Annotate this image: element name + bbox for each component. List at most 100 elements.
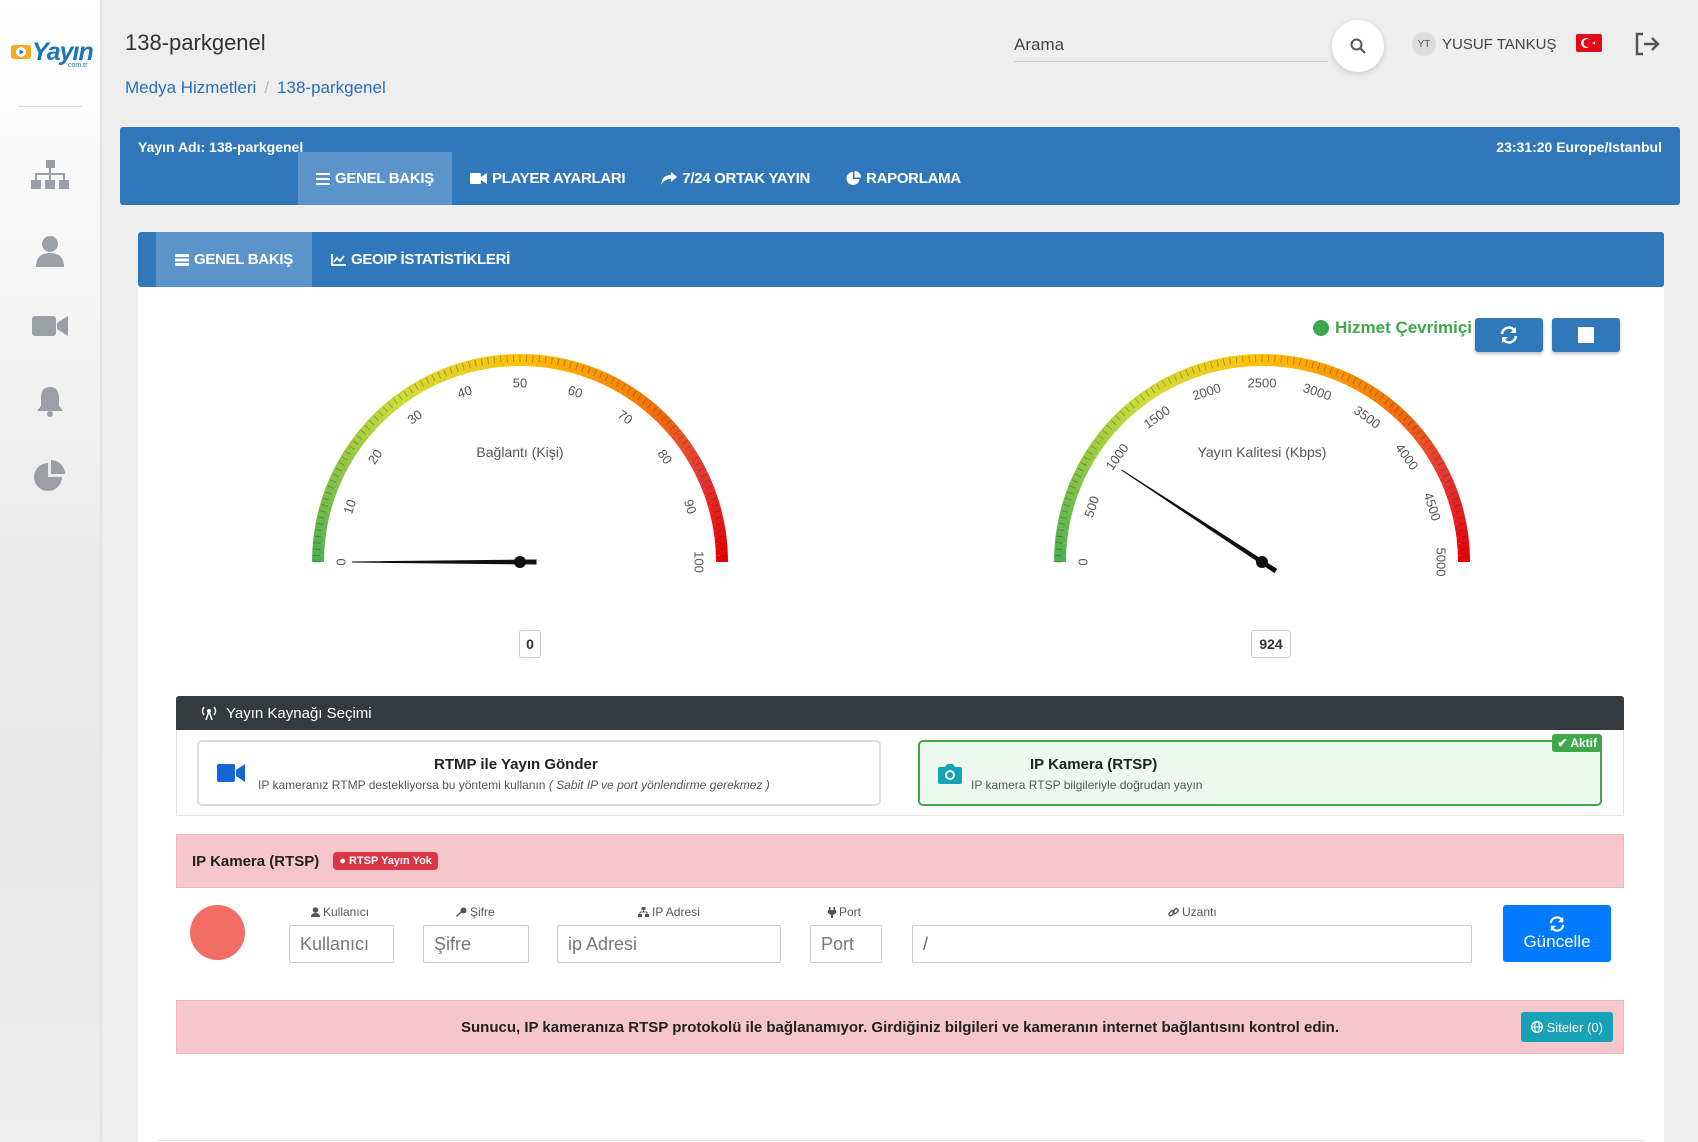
gauge-band-segment	[1262, 354, 1269, 367]
refresh-icon	[1549, 915, 1565, 932]
gauge-tick-label: 4000	[1392, 441, 1421, 473]
gauge-tick-label: 40	[455, 382, 473, 401]
rtsp-status-badge: ● RTSP Yayın Yok	[333, 852, 438, 870]
search-input[interactable]	[1014, 30, 1328, 60]
globe-icon	[1530, 1021, 1543, 1033]
gauge-band-segment	[1457, 548, 1470, 556]
breadcrumb-item-media[interactable]: Medya Hizmetleri	[125, 78, 256, 98]
source-selection-header: Yayın Kaynağı Seçimi	[176, 696, 1624, 730]
gauge-tick-label: 2000	[1191, 380, 1223, 403]
server-clock: 23:31:20 Europe/Istanbul	[1496, 139, 1662, 155]
rtmp-option[interactable]: RTMP ile Yayın Gönder IP kameranız RTMP …	[197, 740, 881, 806]
sitemap-icon[interactable]	[30, 156, 70, 196]
source-selection-title: Yayın Kaynağı Seçimi	[226, 704, 372, 722]
list-icon	[316, 172, 330, 185]
ip-label: IP Adresi	[638, 905, 700, 919]
gauge-tick-label: 500	[1081, 494, 1102, 519]
gauge-tick-label: 4500	[1421, 491, 1444, 523]
update-label: Güncelle	[1523, 931, 1591, 951]
subtab-geoip[interactable]: GEOIP İSTATİSTİKLERİ	[312, 232, 529, 287]
breadcrumb: Medya Hizmetleri / 138-parkgenel	[125, 78, 386, 98]
stream-name: Yayın Adı: 138-parkgenel	[138, 139, 304, 155]
subtab-genel-bakis[interactable]: GENEL BAKIŞ	[156, 232, 312, 287]
key-icon	[456, 907, 467, 917]
sub-tabs-bar: GENEL BAKIŞ GEOIP İSTATİSTİKLERİ	[138, 232, 1664, 287]
logo-icon	[11, 45, 31, 59]
gauge-title: Yayın Kalitesi (Kbps)	[1198, 444, 1327, 460]
active-badge: ✔ Aktif	[1552, 734, 1602, 752]
gauge-tick-label: 0	[1075, 558, 1090, 565]
gauge-tick-label: 50	[513, 375, 527, 390]
gauge-band-segment	[1274, 354, 1282, 367]
gauge-band-segment	[1054, 548, 1067, 556]
update-button[interactable]: Güncelle	[1503, 905, 1611, 962]
sites-button[interactable]: Siteler (0)	[1520, 1012, 1613, 1042]
port-input[interactable]	[810, 925, 882, 963]
status-dot	[1313, 320, 1329, 336]
gauge-band-segment	[715, 542, 728, 550]
gauge-band-segment	[1457, 555, 1470, 562]
logo[interactable]: Yayın com.tr	[10, 38, 94, 72]
user-label: Kullanıcı	[311, 905, 369, 919]
gauge-band-segment	[1457, 542, 1470, 550]
username-input[interactable]	[289, 925, 394, 963]
rtsp-title: IP Kamera (RTSP)	[192, 852, 320, 870]
user-menu[interactable]: YT YUSUF TANKUŞ	[1412, 32, 1556, 56]
gauge-tick-label: 10	[340, 497, 359, 515]
tab-genel-bakis[interactable]: GENEL BAKIŞ	[298, 152, 452, 205]
gauge-band-segment	[312, 548, 325, 556]
tab-ortak-yayin[interactable]: 7/24 ORTAK YAYIN	[643, 152, 828, 205]
tab-raporlama[interactable]: RAPORLAMA	[828, 152, 979, 205]
gauge-band-segment	[1054, 555, 1067, 562]
plug-icon	[828, 906, 836, 918]
bell-icon[interactable]	[30, 381, 70, 421]
page-title: 138-parkgenel	[125, 30, 266, 55]
gauge-band-segment	[532, 354, 540, 367]
pie-chart-icon[interactable]	[30, 456, 70, 496]
gauge-tick-label: 60	[566, 382, 584, 401]
gauge-band-segment	[506, 354, 514, 367]
breadcrumb-item-current[interactable]: 138-parkgenel	[277, 78, 386, 98]
ip-address-input[interactable]	[557, 925, 781, 963]
main-tabs: GENEL BAKIŞ PLAYER AYARLARI 7/24 ORTAK Y…	[298, 152, 979, 205]
stop-button[interactable]	[1552, 318, 1620, 352]
user-name: YUSUF TANKUŞ	[1442, 35, 1557, 53]
gauge-tick-label: 70	[615, 407, 636, 428]
gauge-tick-label: 20	[365, 447, 386, 468]
ip-camera-option[interactable]: IP Kamera (RTSP) IP kamera RTSP bilgiler…	[918, 734, 1602, 806]
stream-header: Yayın Adı: 138-parkgenel 23:31:20 Europe…	[120, 127, 1680, 205]
recording-indicator	[190, 905, 245, 960]
ip-option-desc: IP kamera RTSP bilgileriyle doğrudan yay…	[971, 778, 1203, 792]
gauge-band-segment	[1054, 542, 1067, 550]
gauge-band-segment	[1248, 354, 1256, 367]
password-input[interactable]	[423, 925, 529, 963]
user-icon[interactable]	[30, 231, 70, 271]
gauge-tick-label: 1500	[1141, 403, 1173, 432]
logo-domain: com.tr	[68, 62, 88, 69]
rtmp-option-note: ( Sabit IP ve port yönlendirme gerekmez …	[548, 778, 770, 792]
camera-icon	[938, 764, 962, 784]
gauge-title: Bağlantı (Kişi)	[476, 444, 563, 460]
video-icon[interactable]	[30, 306, 70, 346]
tab-label: 7/24 ORTAK YAYIN	[682, 170, 811, 187]
search-button[interactable]	[1332, 20, 1384, 72]
turkey-flag-icon[interactable]	[1576, 34, 1602, 52]
gauge-pivot	[514, 556, 526, 568]
connection-error-alert: Sunucu, IP kameranıza RTSP protokolü ile…	[176, 1000, 1624, 1054]
gauge-band-segment	[513, 354, 520, 367]
password-label: Şifre	[456, 905, 495, 919]
ip-option-title: IP Kamera (RTSP)	[1030, 756, 1158, 773]
gauge-needle	[351, 559, 537, 565]
status-text: Hizmet Çevrimiçi	[1335, 318, 1472, 337]
video-camera-icon	[217, 764, 245, 782]
gauge-tick-label: 2500	[1248, 375, 1277, 390]
gauge-band-segment	[500, 354, 508, 367]
link-icon	[1168, 907, 1179, 917]
gauge-tick-label: 30	[405, 407, 426, 428]
logout-icon[interactable]	[1633, 30, 1661, 58]
port-label: Port	[828, 905, 861, 919]
path-input[interactable]	[912, 925, 1472, 963]
broadcast-icon	[201, 706, 217, 720]
gauge-tick-label: 0	[333, 558, 348, 565]
tab-player-ayarlari[interactable]: PLAYER AYARLARI	[452, 152, 643, 205]
